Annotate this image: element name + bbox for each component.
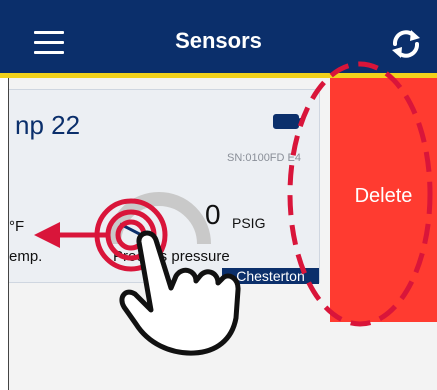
swipe-left-arrow-icon — [34, 222, 106, 248]
delete-highlight-ellipse — [287, 61, 433, 327]
tutorial-overlay — [34, 61, 433, 356]
hand-pointer-icon — [119, 230, 241, 356]
